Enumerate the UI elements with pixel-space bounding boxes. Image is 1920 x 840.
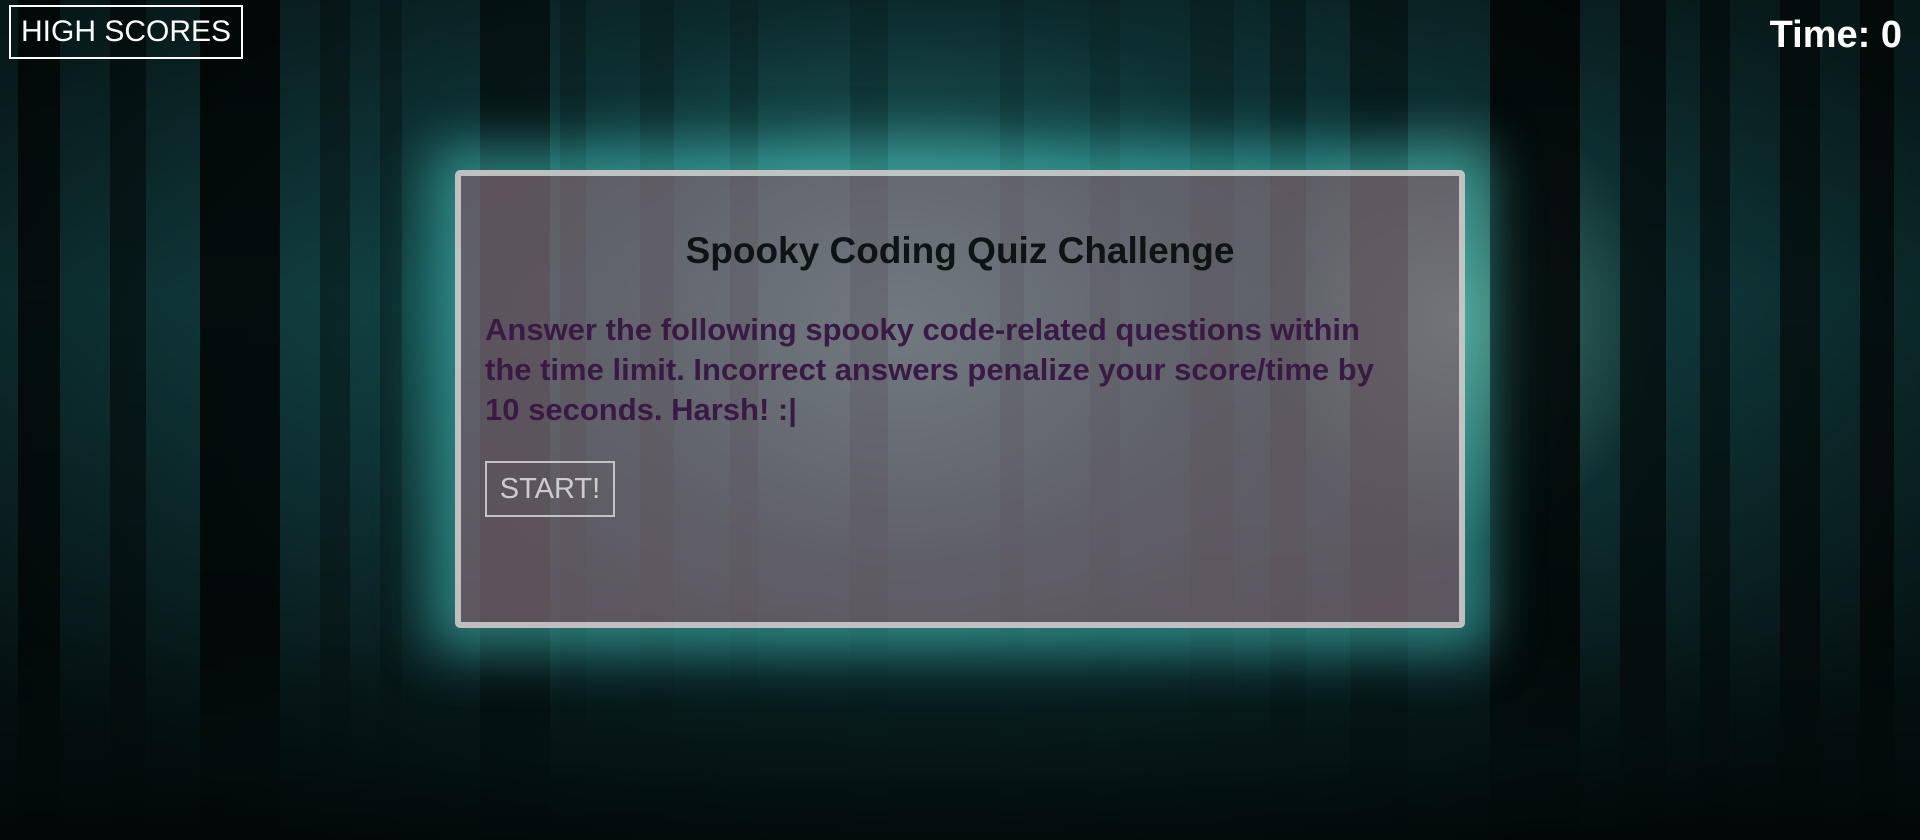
- timer-display: Time: 0: [1769, 14, 1902, 56]
- quiz-intro-card: Spooky Coding Quiz Challenge Answer the …: [455, 170, 1465, 628]
- quiz-instructions: Answer the following spooky code-related…: [485, 312, 1374, 427]
- high-scores-button[interactable]: HIGH SCORES: [9, 5, 243, 59]
- quiz-title: Spooky Coding Quiz Challenge: [685, 230, 1235, 271]
- start-button[interactable]: START!: [485, 461, 615, 517]
